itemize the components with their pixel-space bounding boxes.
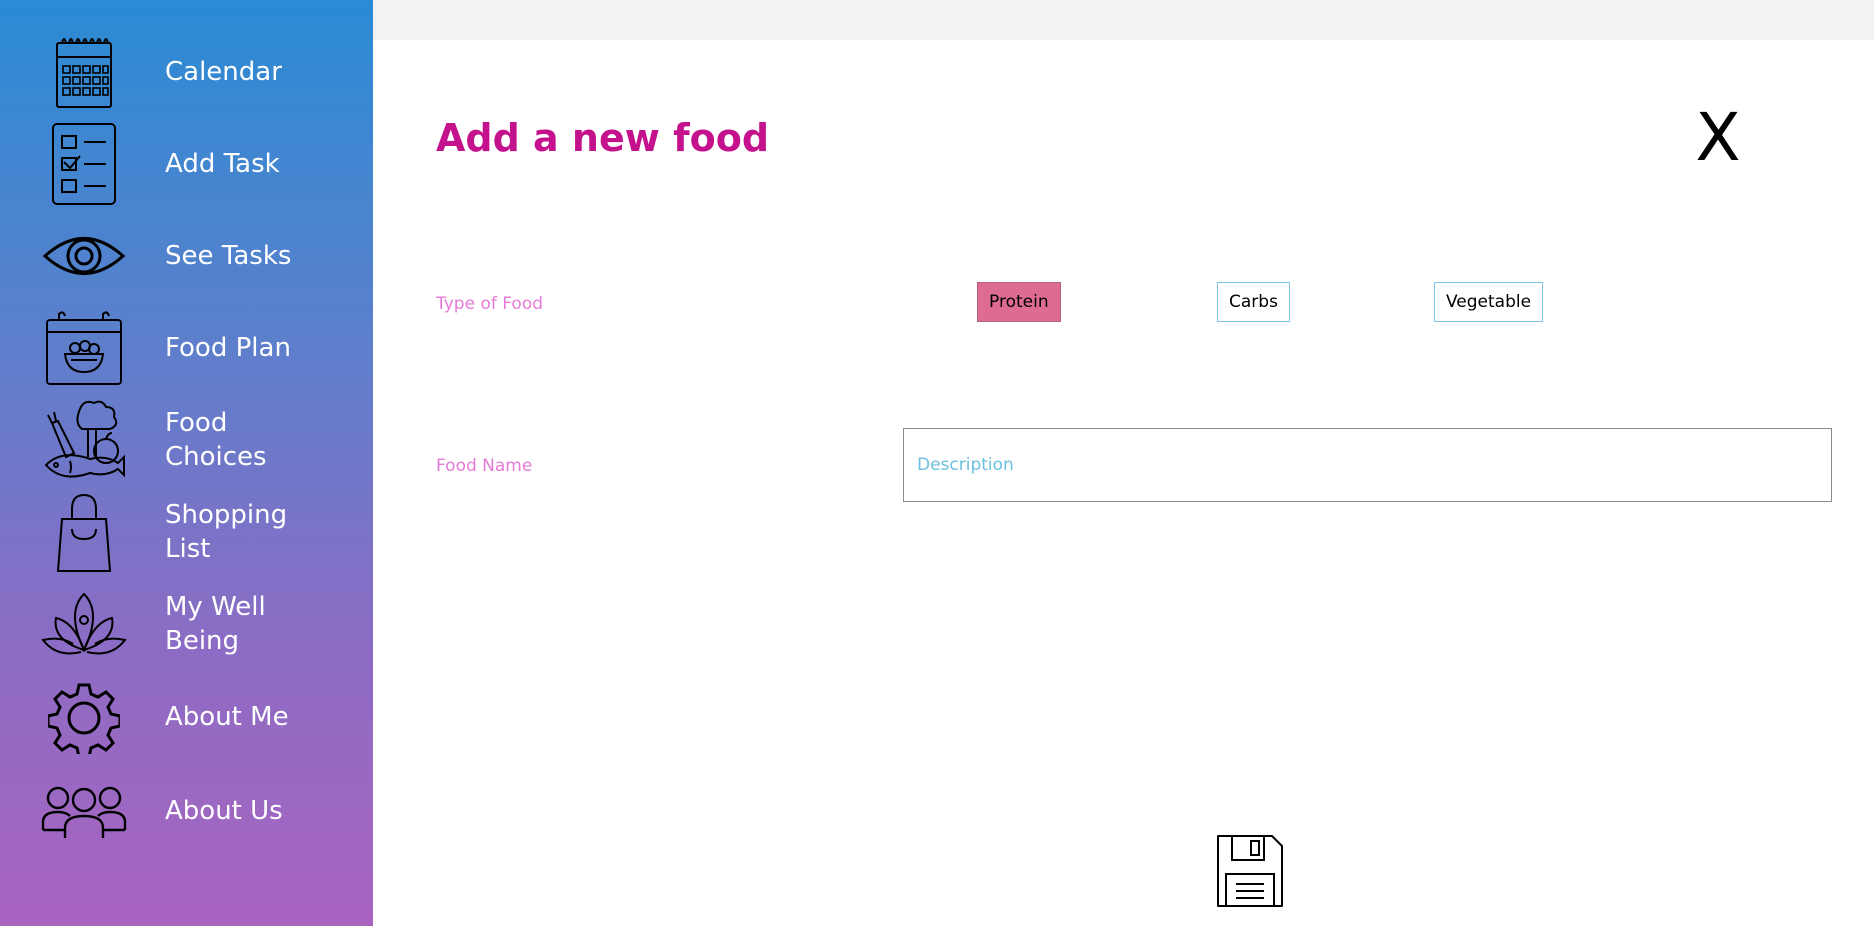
sidebar-item-label: My Well Being bbox=[165, 592, 266, 656]
sidebar-item-label: See Tasks bbox=[165, 241, 292, 271]
sidebar-item-label: Food Choices bbox=[165, 408, 267, 472]
type-option-protein[interactable]: Protein bbox=[977, 282, 1061, 322]
save-icon bbox=[1214, 835, 1286, 914]
sidebar: Calendar Add Task See Tasks Food Plan Fo… bbox=[0, 0, 373, 926]
close-button[interactable]: X bbox=[1690, 100, 1746, 176]
sidebar-item-label: Shopping List bbox=[165, 500, 288, 564]
top-strip bbox=[373, 0, 1874, 40]
sidebar-item-label: Food Plan bbox=[165, 333, 291, 363]
calendar-icon bbox=[40, 30, 128, 114]
sidebar-item-calendar[interactable]: Calendar bbox=[0, 30, 373, 114]
sidebar-item-food-choices[interactable]: Food Choices bbox=[0, 398, 373, 484]
type-of-food-label: Type of Food bbox=[436, 294, 544, 314]
sidebar-item-add-task[interactable]: Add Task bbox=[0, 122, 373, 206]
sidebar-item-my-well-being[interactable]: My Well Being bbox=[0, 582, 373, 668]
type-option-vegetable[interactable]: Vegetable bbox=[1434, 282, 1544, 322]
eye-icon bbox=[40, 214, 128, 298]
food-choices-icon bbox=[40, 398, 128, 484]
type-option-carbs[interactable]: Carbs bbox=[1217, 282, 1290, 322]
gear-icon bbox=[40, 674, 128, 762]
sidebar-item-label: About Us bbox=[165, 796, 283, 826]
description-input[interactable] bbox=[903, 428, 1832, 502]
sidebar-item-label: Calendar bbox=[165, 57, 282, 87]
sidebar-item-shopping-list[interactable]: Shopping List bbox=[0, 490, 373, 576]
sidebar-item-about-us[interactable]: About Us bbox=[0, 768, 373, 856]
save-button[interactable] bbox=[1214, 832, 1286, 910]
lotus-icon bbox=[40, 582, 128, 668]
page-title: Add a new food bbox=[436, 116, 770, 160]
food-name-label: Food Name bbox=[436, 456, 533, 476]
sidebar-item-label: About Me bbox=[165, 702, 289, 732]
sidebar-item-about-me[interactable]: About Me bbox=[0, 674, 373, 762]
sidebar-item-food-plan[interactable]: Food Plan bbox=[0, 306, 373, 390]
sidebar-item-label: Add Task bbox=[165, 149, 280, 179]
checklist-icon bbox=[40, 122, 128, 206]
group-icon bbox=[40, 768, 128, 856]
sidebar-item-see-tasks[interactable]: See Tasks bbox=[0, 214, 373, 298]
shopping-bag-icon bbox=[40, 490, 128, 576]
food-plan-icon bbox=[40, 306, 128, 390]
